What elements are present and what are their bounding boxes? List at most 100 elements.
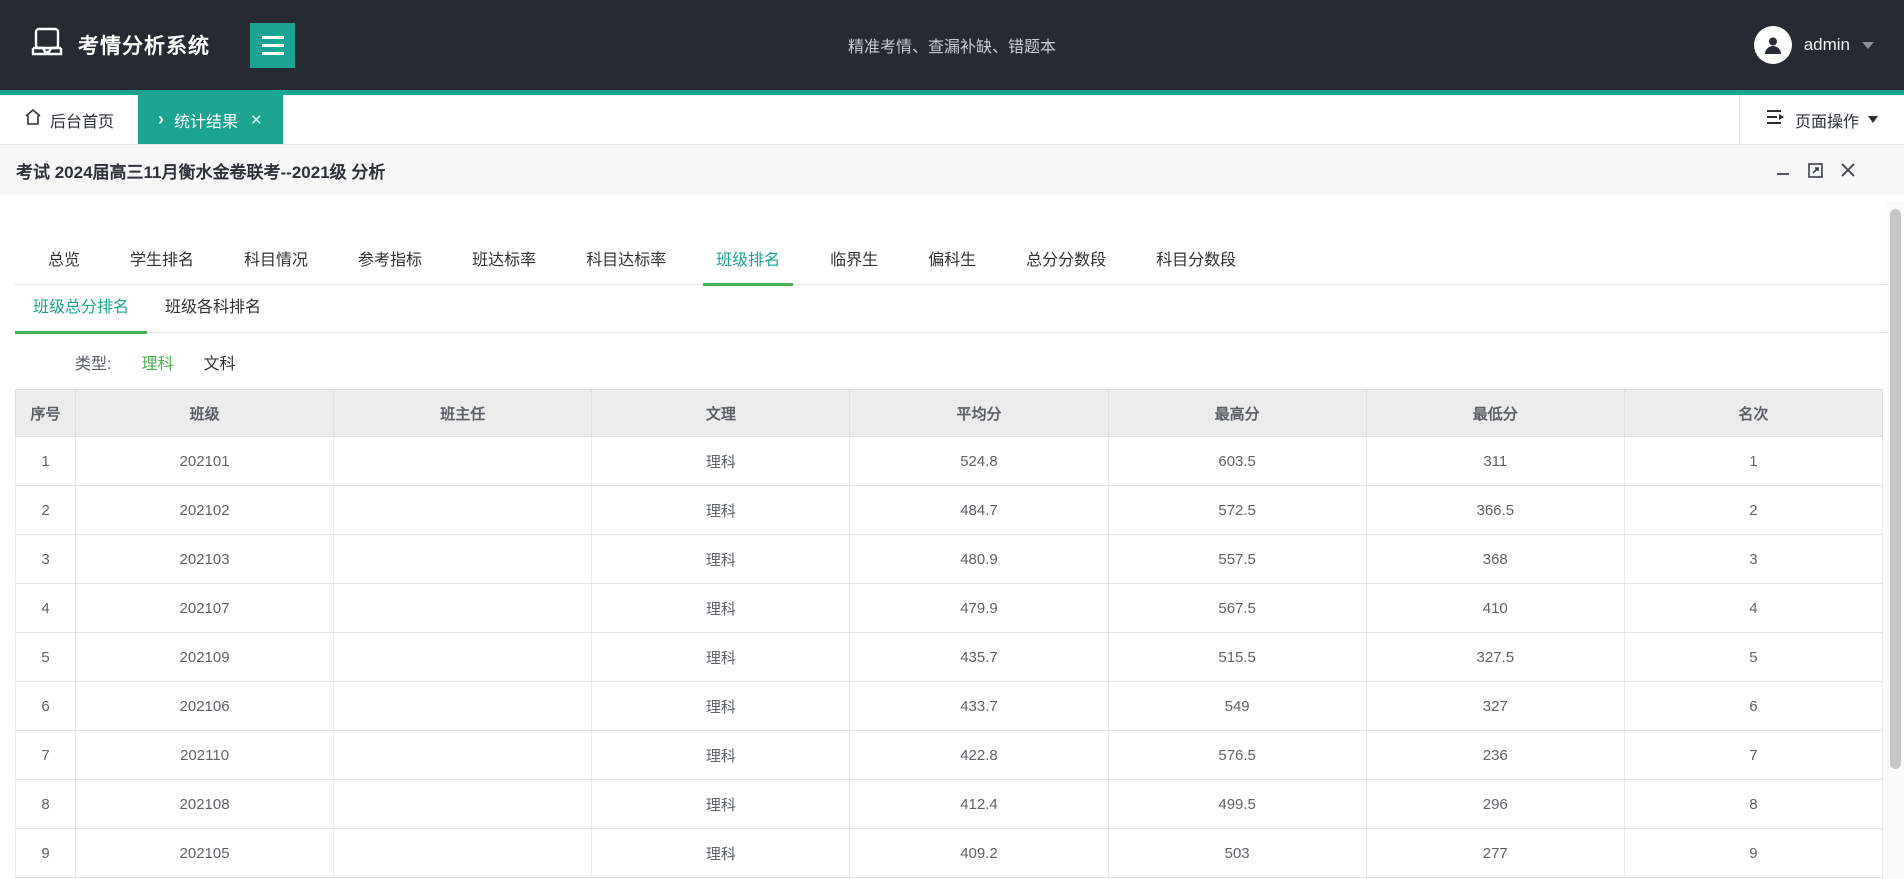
home-icon (24, 108, 42, 131)
class-rank-subtabs: 班级总分排名 班级各科排名 (15, 285, 1889, 334)
chevron-down-icon (1868, 116, 1878, 123)
col-header-index: 序号 (15, 389, 76, 437)
type-option-arts[interactable]: 文科 (203, 350, 235, 374)
breadcrumb-bar: 后台首页 › 统计结果 ✕ 页面操作 (0, 95, 1904, 145)
cell-average: 524.8 (849, 436, 1109, 486)
cell-min: 366.5 (1365, 485, 1625, 535)
close-icon[interactable]: ✕ (250, 111, 263, 129)
tab-subject-score-bands[interactable]: 科目分数段 (1131, 246, 1261, 284)
tab-class-pass-rate[interactable]: 班达标率 (447, 246, 561, 284)
cell-max: 557.5 (1107, 534, 1367, 584)
cell-index: 6 (15, 681, 76, 731)
cell-average: 422.8 (849, 730, 1109, 780)
cell-min: 327 (1365, 681, 1625, 731)
cell-track: 理科 (591, 730, 851, 780)
cell-class: 202110 (74, 730, 335, 780)
cell-teacher (333, 632, 593, 682)
cell-track: 理科 (591, 681, 851, 731)
cell-class: 202109 (74, 632, 335, 682)
table-row: 4 202107 理科 479.9 567.5 410 4 (15, 583, 1884, 633)
cell-class: 202108 (74, 779, 335, 829)
tab-student-rank[interactable]: 学生排名 (105, 246, 219, 284)
tab-subject-status[interactable]: 科目情况 (219, 246, 333, 284)
cell-index: 8 (15, 779, 76, 829)
user-avatar-icon[interactable] (1753, 26, 1792, 64)
analysis-tabs: 总览 学生排名 科目情况 参考指标 班达标率 科目达标率 班级排名 临界生 偏科… (15, 240, 1889, 286)
cell-class: 202105 (74, 828, 335, 878)
subtab-class-total-rank[interactable]: 班级总分排名 (15, 293, 148, 334)
cell-min: 311 (1365, 436, 1625, 486)
cell-index: 2 (15, 485, 76, 535)
cell-rank: 4 (1623, 583, 1884, 633)
cell-rank: 1 (1623, 436, 1884, 486)
cell-class: 202102 (74, 485, 335, 535)
route-tab-active[interactable]: › 统计结果 ✕ (138, 95, 283, 144)
cell-max: 603.5 (1107, 436, 1367, 486)
cell-track: 理科 (591, 534, 851, 584)
tab-borderline-students[interactable]: 临界生 (805, 246, 903, 284)
cell-track: 理科 (591, 583, 851, 633)
page-actions-label[interactable]: 页面操作 (1795, 108, 1859, 132)
cell-max: 503 (1107, 828, 1367, 878)
cell-rank: 9 (1623, 828, 1884, 878)
col-header-max: 最高分 (1107, 389, 1367, 437)
cell-max: 549 (1107, 681, 1367, 731)
cell-teacher (333, 681, 593, 731)
table-row: 8 202108 理科 412.4 499.5 296 8 (15, 779, 1884, 829)
col-header-average: 平均分 (849, 389, 1109, 437)
breadcrumb-home[interactable]: 后台首页 (0, 95, 138, 144)
breadcrumb-home-label[interactable]: 后台首页 (50, 108, 114, 132)
table-row: 7 202110 理科 422.8 576.5 236 7 (15, 730, 1884, 780)
table-row: 9 202105 理科 409.2 503 277 9 (15, 828, 1884, 878)
cell-rank: 3 (1623, 534, 1884, 584)
table-row: 3 202103 理科 480.9 557.5 368 3 (15, 534, 1884, 584)
cell-track: 理科 (591, 828, 851, 878)
close-button[interactable] (1840, 162, 1856, 178)
col-header-min: 最低分 (1365, 389, 1625, 437)
cell-rank: 6 (1623, 681, 1884, 731)
app-title: 考情分析系统 (78, 35, 210, 58)
cell-max: 499.5 (1107, 779, 1367, 829)
cell-class: 202101 (74, 436, 335, 486)
table-row: 1 202101 理科 524.8 603.5 311 1 (15, 436, 1884, 486)
cell-average: 409.2 (849, 828, 1109, 878)
chevron-down-icon[interactable] (1862, 41, 1874, 49)
tab-total-score-bands[interactable]: 总分分数段 (1001, 246, 1131, 284)
maximize-button[interactable] (1807, 162, 1824, 179)
cell-min: 236 (1365, 730, 1625, 780)
type-option-science[interactable]: 理科 (141, 350, 173, 374)
subtab-class-subject-rank[interactable]: 班级各科排名 (147, 293, 279, 332)
cell-teacher (333, 534, 593, 584)
sidebar-toggle-button[interactable] (250, 22, 295, 68)
table-row: 2 202102 理科 484.7 572.5 366.5 2 (15, 485, 1884, 535)
cell-min: 277 (1365, 828, 1625, 878)
cell-average: 484.7 (849, 485, 1109, 535)
tab-overview[interactable]: 总览 (15, 246, 105, 284)
type-filter: 类型: 理科 文科 (0, 333, 1904, 389)
route-tab-label[interactable]: 统计结果 (174, 108, 238, 132)
minimize-button[interactable] (1775, 162, 1791, 178)
vertical-scrollbar[interactable] (1887, 201, 1904, 879)
tab-subject-pass-rate[interactable]: 科目达标率 (561, 246, 691, 284)
cell-teacher (333, 730, 593, 780)
cell-min: 410 (1365, 583, 1625, 633)
username-label[interactable]: admin (1804, 35, 1850, 55)
cell-max: 567.5 (1107, 583, 1367, 633)
cell-teacher (333, 828, 593, 878)
user-menu[interactable]: admin (1753, 26, 1874, 64)
cell-index: 4 (15, 583, 76, 633)
cell-average: 479.9 (849, 583, 1109, 633)
tab-class-rank[interactable]: 班级排名 (691, 246, 805, 286)
cell-track: 理科 (591, 779, 851, 829)
cell-teacher (333, 436, 593, 486)
cell-average: 480.9 (849, 534, 1109, 584)
page-actions-dropdown[interactable]: 页面操作 (1738, 95, 1904, 144)
scrollbar-thumb[interactable] (1890, 209, 1901, 769)
cell-average: 412.4 (849, 779, 1109, 829)
tab-reference-index[interactable]: 参考指标 (333, 246, 447, 284)
analysis-panel: 总览 学生排名 科目情况 参考指标 班达标率 科目达标率 班级排名 临界生 偏科… (0, 240, 1904, 879)
cell-max: 572.5 (1107, 485, 1367, 535)
cell-index: 5 (15, 632, 76, 682)
chevron-right-icon: › (158, 109, 165, 129)
tab-unbalanced-students[interactable]: 偏科生 (903, 246, 1001, 284)
